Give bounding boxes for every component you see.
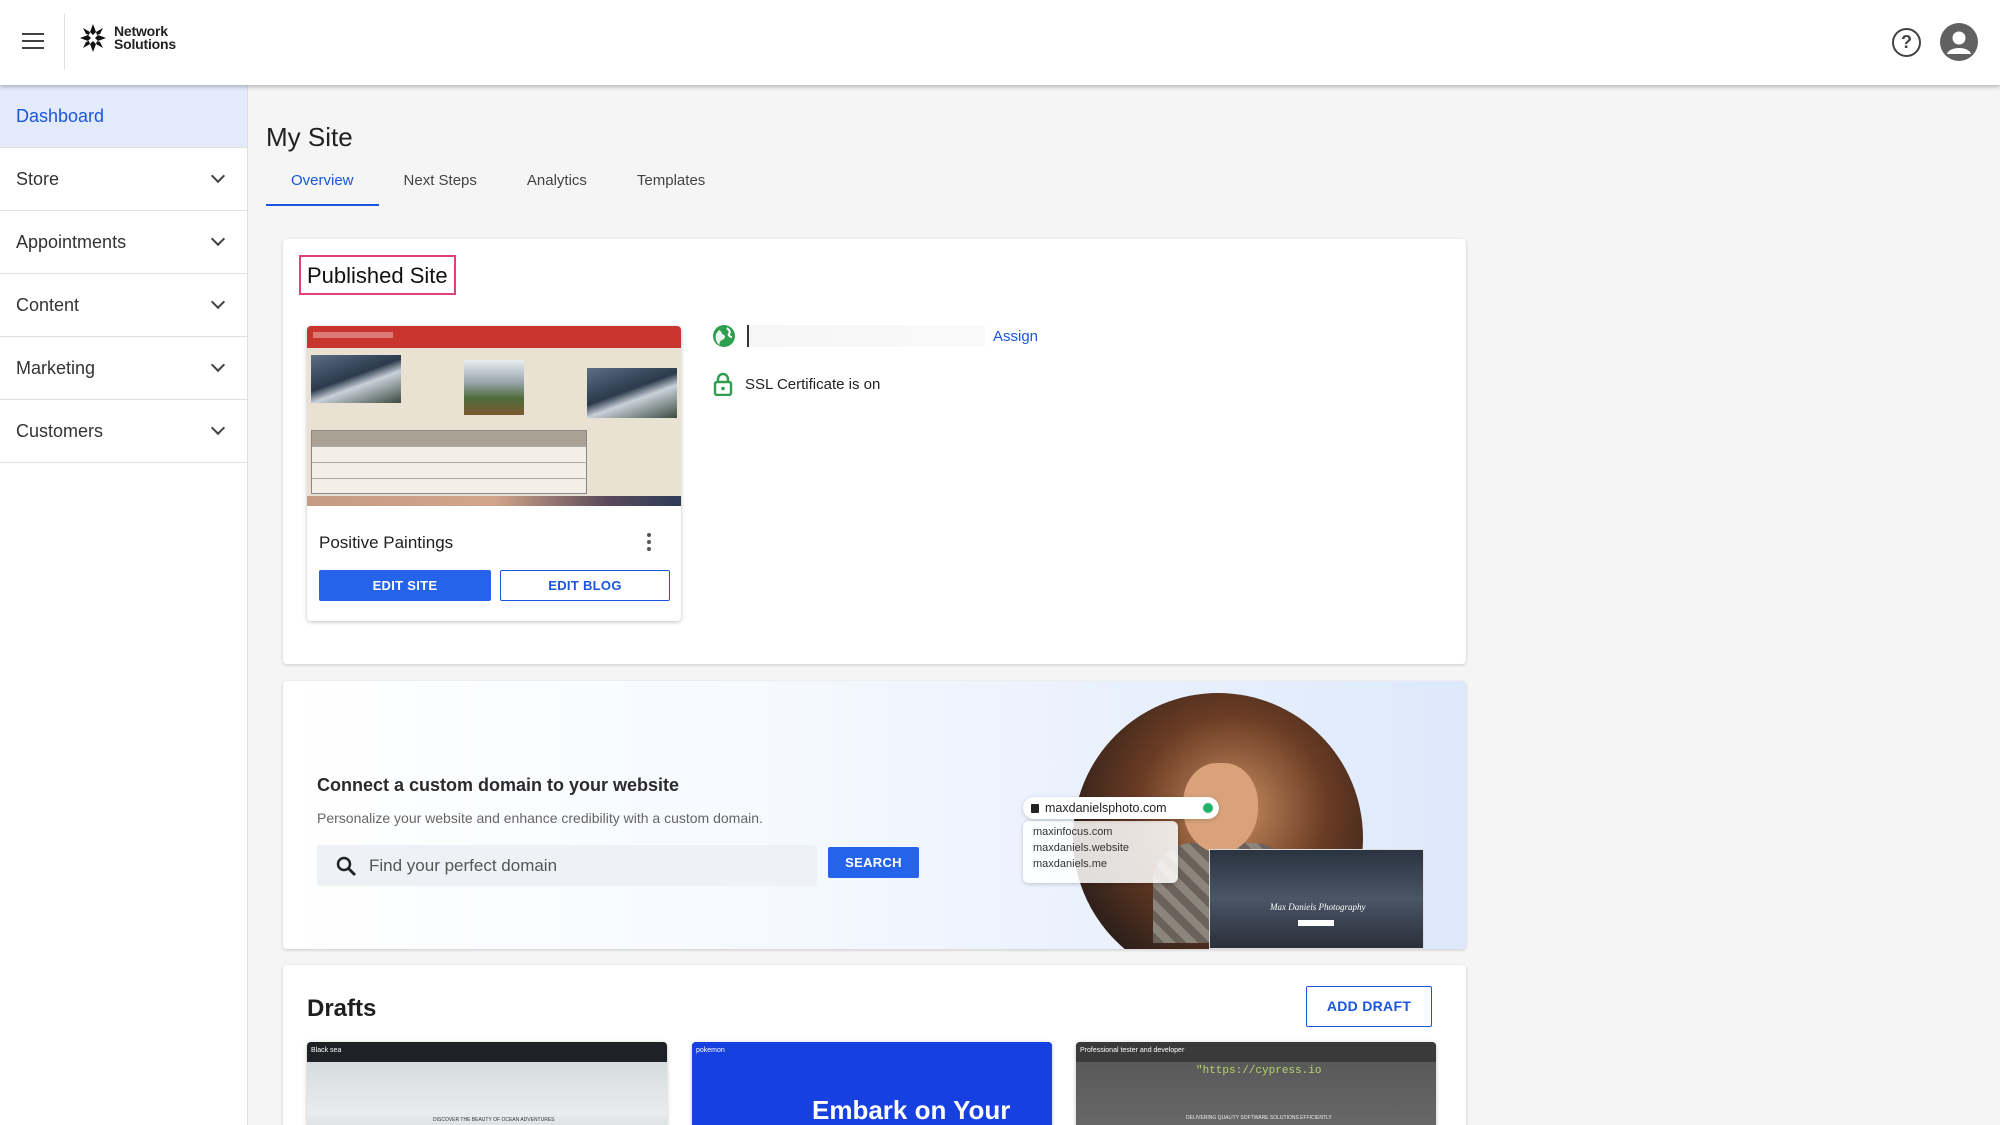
drafts-card: Drafts ADD DRAFT Black sea DISCOVER THE … — [283, 965, 1466, 1125]
alt-domain: maxdaniels.website — [1033, 842, 1129, 854]
example-domain: maxdanielsphoto.com — [1045, 801, 1167, 815]
chevron-down-icon — [210, 357, 226, 373]
promo-title: Connect a custom domain to your website — [317, 775, 680, 795]
chevron-down-icon — [210, 294, 226, 310]
sidebar-item-label: Marketing — [16, 357, 96, 378]
alternate-domains-list: maxinfocus.com maxdaniels.website maxdan… — [1023, 821, 1178, 883]
header-divider — [64, 14, 65, 70]
draft-caption: DELIVERING QUALITY SOFTWARE SOLUTIONS EF… — [1186, 1115, 1332, 1121]
sidebar-item-store[interactable]: Store — [0, 148, 247, 211]
tab-bar: Overview Next Steps Analytics Templates — [266, 166, 730, 206]
custom-domain-promo: Connect a custom domain to your website … — [283, 681, 1466, 949]
drafts-title: Drafts — [307, 995, 377, 1022]
thumbnail-table — [311, 430, 587, 494]
thumbnail-footer-strip — [307, 496, 681, 506]
sidebar-item-label: Appointments — [16, 231, 127, 252]
account-icon[interactable] — [1940, 23, 1978, 61]
more-vert-icon[interactable] — [645, 533, 653, 553]
draft-tile[interactable]: Black sea DISCOVER THE BEAUTY OF OCEAN A… — [307, 1042, 667, 1125]
search-icon — [335, 855, 357, 877]
promo-subtitle: Personalize your website and enhance cre… — [317, 810, 763, 826]
draft-name: Black sea — [311, 1047, 342, 1054]
ssl-status-text: SSL Certificate is on — [745, 375, 881, 393]
network-solutions-logo[interactable]: Network Solutions — [78, 22, 176, 54]
draft-tile[interactable]: pokemon Embark on Your — [692, 1042, 1052, 1125]
mock-website-preview: Max Daniels Photography — [1209, 849, 1424, 949]
globe-icon — [713, 325, 735, 347]
help-icon[interactable]: ? — [1892, 28, 1921, 57]
sidebar-item-dashboard[interactable]: Dashboard — [0, 85, 247, 148]
tab-next-steps[interactable]: Next Steps — [379, 166, 502, 206]
site-thumbnail[interactable] — [307, 326, 681, 506]
sidebar-item-customers[interactable]: Customers — [0, 400, 247, 463]
published-site-title: Published Site — [299, 255, 456, 295]
lock-icon — [713, 372, 733, 397]
top-app-bar: Network Solutions ? — [0, 0, 2000, 85]
sidebar-item-label: Content — [16, 294, 80, 315]
thumbnail-photo — [587, 368, 677, 418]
logo-text: Network Solutions — [114, 24, 176, 52]
add-draft-button[interactable]: ADD DRAFT — [1306, 986, 1432, 1027]
thumbnail-photo — [311, 355, 401, 403]
site-name: Positive Paintings — [319, 533, 454, 552]
check-icon — [1203, 803, 1213, 813]
menu-icon[interactable] — [22, 33, 44, 51]
sidebar-item-appointments[interactable]: Appointments — [0, 211, 247, 274]
account-silhouette-icon — [1947, 31, 1971, 54]
lock-icon — [1031, 803, 1039, 813]
domain-row: Assign — [713, 325, 1038, 347]
page-title: My Site — [266, 122, 353, 152]
draft-caption: DISCOVER THE BEAUTY OF OCEAN ADVENTURES — [433, 1117, 555, 1123]
sidebar-item-label: Store — [16, 168, 60, 189]
promo-illustration: Max Daniels Photography maxinfocus.com m… — [1023, 689, 1466, 949]
site-tile: Positive Paintings EDIT SITE EDIT BLOG — [307, 326, 681, 621]
edit-blog-button[interactable]: EDIT BLOG — [500, 570, 670, 601]
draft-name: pokemon — [696, 1047, 725, 1054]
chevron-down-icon — [210, 231, 226, 247]
logo-text-line2: Solutions — [114, 36, 176, 52]
domain-search-input[interactable]: Find your perfect domain — [317, 845, 817, 886]
sidebar-item-label: Dashboard — [16, 105, 105, 126]
search-placeholder: Find your perfect domain — [369, 855, 558, 875]
tab-overview[interactable]: Overview — [266, 166, 379, 206]
sidebar-item-content[interactable]: Content — [0, 274, 247, 337]
sidebar-item-label: Customers — [16, 420, 104, 441]
draft-name: Professional tester and developer — [1080, 1047, 1185, 1054]
logo-mark-icon — [80, 24, 106, 52]
ssl-status-row: SSL Certificate is on — [713, 372, 881, 397]
assign-domain-link[interactable]: Assign — [993, 328, 1038, 345]
sidebar-item-marketing[interactable]: Marketing — [0, 337, 247, 400]
chevron-down-icon — [210, 168, 226, 184]
draft-code-text: "https://cypress.io — [1196, 1065, 1322, 1077]
alt-domain: maxinfocus.com — [1033, 826, 1113, 838]
edit-site-button[interactable]: EDIT SITE — [319, 570, 491, 601]
example-domain-pill: maxdanielsphoto.com — [1023, 797, 1219, 819]
thumbnail-photo — [464, 360, 524, 415]
tab-templates[interactable]: Templates — [612, 166, 730, 206]
sidebar-nav: Dashboard Store Appointments Content Mar… — [0, 85, 248, 1125]
tab-analytics[interactable]: Analytics — [502, 166, 612, 206]
published-site-card: Published Site Positive Paintings EDIT S… — [283, 239, 1466, 664]
mock-site-title: Max Daniels Photography — [1270, 902, 1366, 912]
domain-name-field — [747, 325, 985, 347]
chevron-down-icon — [210, 420, 226, 436]
thumbnail-header-bar — [307, 326, 681, 348]
draft-hero-text: Embark on Your — [812, 1095, 1011, 1125]
search-button[interactable]: SEARCH — [828, 847, 919, 878]
alt-domain: maxdaniels.me — [1033, 858, 1107, 870]
draft-tile[interactable]: Professional tester and developer "https… — [1076, 1042, 1436, 1125]
